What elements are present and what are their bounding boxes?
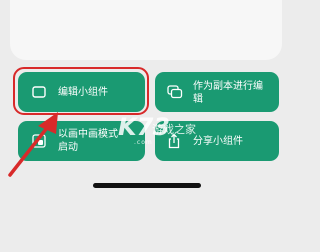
site-watermark: K73 游戏之家 .com	[118, 113, 204, 147]
home-indicator[interactable]	[93, 183, 201, 188]
watermark-domain: .com	[134, 139, 153, 146]
watermark-site-name: 游戏之家	[152, 123, 196, 136]
